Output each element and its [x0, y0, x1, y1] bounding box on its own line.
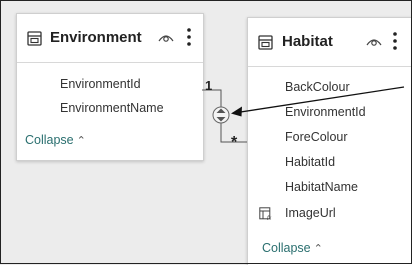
relationship-overlay — [202, 86, 405, 143]
relationship-many-label: * — [231, 134, 238, 151]
annotation-arrowhead — [231, 106, 242, 117]
relationship-one-label: 1 — [205, 78, 213, 93]
bidirectional-filter-icon[interactable] — [212, 106, 230, 124]
annotation-arrow-line — [233, 86, 405, 114]
